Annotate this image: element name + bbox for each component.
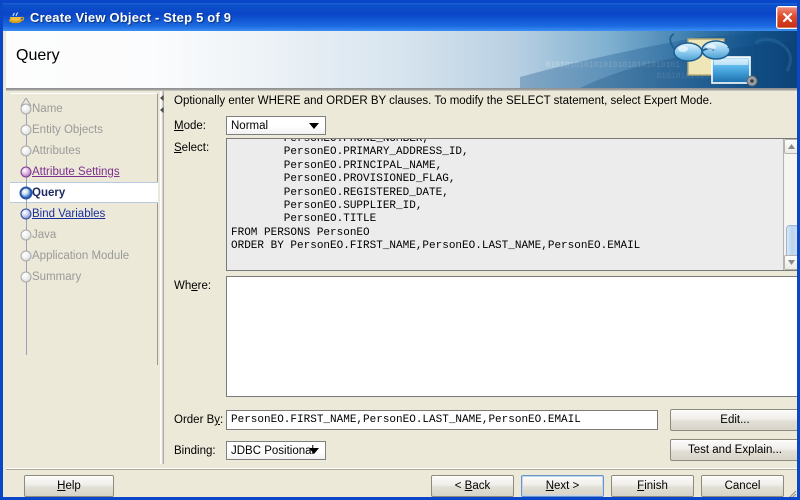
banner-artwork xyxy=(520,31,797,88)
mode-label-rest: ode: xyxy=(183,120,206,132)
chevron-down-icon xyxy=(309,447,319,454)
select-label: Select: xyxy=(174,142,210,154)
select-scrollbar[interactable] xyxy=(783,139,797,270)
splitter-bar[interactable] xyxy=(160,91,164,464)
step-node-icon xyxy=(20,166,32,177)
test-and-explain-button[interactable]: Test and Explain... xyxy=(670,439,797,461)
wizard-steps-list: Name Entity Objects Attributes Attribute… xyxy=(10,98,158,287)
sidebar-item-label: Summary xyxy=(32,270,82,283)
where-clause-textarea[interactable] xyxy=(226,276,797,397)
step-node-icon xyxy=(20,250,32,261)
sidebar-item-label: Query xyxy=(32,186,66,199)
step-node-icon xyxy=(20,208,32,219)
page-title: Query xyxy=(16,47,60,64)
sidebar-item-attribute-settings[interactable]: Attribute Settings xyxy=(10,161,158,182)
step-node-icon xyxy=(20,271,32,282)
step-node-icon xyxy=(20,145,32,156)
finish-button[interactable]: Finish xyxy=(611,475,694,497)
sidebar-item-entity-objects[interactable]: Entity Objects xyxy=(10,119,158,140)
sidebar-item-label: Entity Objects xyxy=(32,123,103,136)
sidebar-item-summary[interactable]: Summary xyxy=(10,266,158,287)
step-node-icon xyxy=(20,229,32,240)
order-by-label-rest: : xyxy=(220,414,224,426)
dialog-body: Name Entity Objects Attributes Attribute… xyxy=(6,91,797,468)
step-node-icon xyxy=(20,124,32,135)
java-coffee-cup-icon xyxy=(7,8,25,26)
splitter-collapse-down-icon[interactable] xyxy=(159,107,165,113)
sidebar-item-bind-variables[interactable]: Bind Variables xyxy=(10,203,158,224)
sidebar-item-label: Name xyxy=(32,102,63,115)
sidebar-item-label: Attribute Settings xyxy=(32,165,120,178)
sidebar-item-application-module[interactable]: Application Module xyxy=(10,245,158,266)
page-header-banner: Query 0101010101010101010101010101 01010… xyxy=(6,31,797,88)
scroll-down-icon[interactable] xyxy=(784,255,797,270)
step-node-icon xyxy=(19,186,33,199)
sidebar-item-label: Attributes xyxy=(32,144,81,157)
help-button-label: Help xyxy=(57,480,81,492)
back-button[interactable]: < Back xyxy=(431,475,514,497)
close-icon[interactable] xyxy=(776,6,797,29)
order-by-label: Order By: xyxy=(174,414,224,426)
next-button[interactable]: Next > xyxy=(521,475,604,497)
step-node-icon xyxy=(20,103,32,114)
wizard-step-sidebar: Name Entity Objects Attributes Attribute… xyxy=(10,93,158,365)
sidebar-item-label: Java xyxy=(32,228,57,241)
select-statement-text: PersonEO.PHONE_NUMBER, PersonEO.PRIMARY_… xyxy=(231,139,641,253)
next-button-label: Next > xyxy=(545,480,580,492)
chevron-down-icon xyxy=(309,122,319,129)
order-by-input[interactable]: PersonEO.FIRST_NAME,PersonEO.LAST_NAME,P… xyxy=(226,410,658,430)
sidebar-item-label: Bind Variables xyxy=(32,207,106,220)
test-and-explain-button-label: Test and Explain... xyxy=(688,444,782,456)
select-statement-textarea[interactable]: PersonEO.PHONE_NUMBER, PersonEO.PRIMARY_… xyxy=(226,138,797,271)
mode-dropdown[interactable]: Normal xyxy=(226,116,326,135)
where-clause-text xyxy=(227,277,797,279)
window-title-bar: Create View Object - Step 5 of 9 xyxy=(3,3,797,31)
where-label-rest: re: xyxy=(197,280,212,292)
dialog-footer: Help < Back Next > Finish Cancel xyxy=(6,468,797,499)
edit-button[interactable]: Edit... xyxy=(670,409,797,431)
create-view-object-dialog: Create View Object - Step 5 of 9 Query 0… xyxy=(0,0,800,500)
mode-dropdown-value: Normal xyxy=(231,119,269,132)
finish-button-label: Finish xyxy=(637,480,668,492)
resize-grip-icon[interactable] xyxy=(785,487,797,499)
select-statement-clip: PersonEO.PHONE_NUMBER, PersonEO.PRIMARY_… xyxy=(227,139,783,270)
sidebar-item-attributes[interactable]: Attributes xyxy=(10,140,158,161)
query-panel: Optionally enter WHERE and ORDER BY clau… xyxy=(166,91,797,468)
edit-button-label: Edit... xyxy=(720,414,750,426)
binding-label-rest: : xyxy=(212,445,216,457)
binding-dropdown[interactable]: JDBC Positional xyxy=(226,441,326,460)
scroll-up-icon[interactable] xyxy=(784,139,797,154)
splitter-collapse-up-icon[interactable] xyxy=(159,95,165,101)
sidebar-item-name[interactable]: Name xyxy=(10,98,158,119)
footer-divider xyxy=(6,469,797,470)
instruction-text: Optionally enter WHERE and ORDER BY clau… xyxy=(174,95,713,107)
select-label-rest: elect: xyxy=(181,142,210,154)
help-button[interactable]: Help xyxy=(24,475,114,497)
sidebar-splitter[interactable] xyxy=(158,91,166,464)
where-label: Where: xyxy=(174,280,212,292)
sidebar-item-query[interactable]: Query xyxy=(10,182,158,203)
binding-label: Binding: xyxy=(174,445,216,457)
sidebar-item-java[interactable]: Java xyxy=(10,224,158,245)
window-title: Create View Object - Step 5 of 9 xyxy=(30,9,232,25)
mode-label: Mode: xyxy=(174,120,206,132)
sidebar-item-label: Application Module xyxy=(32,249,130,262)
cancel-button[interactable]: Cancel xyxy=(701,475,784,497)
binding-dropdown-value: JDBC Positional xyxy=(231,444,315,457)
cancel-button-label: Cancel xyxy=(724,480,761,492)
order-by-value: PersonEO.FIRST_NAME,PersonEO.LAST_NAME,P… xyxy=(231,414,581,426)
back-button-label: < Back xyxy=(454,480,491,492)
